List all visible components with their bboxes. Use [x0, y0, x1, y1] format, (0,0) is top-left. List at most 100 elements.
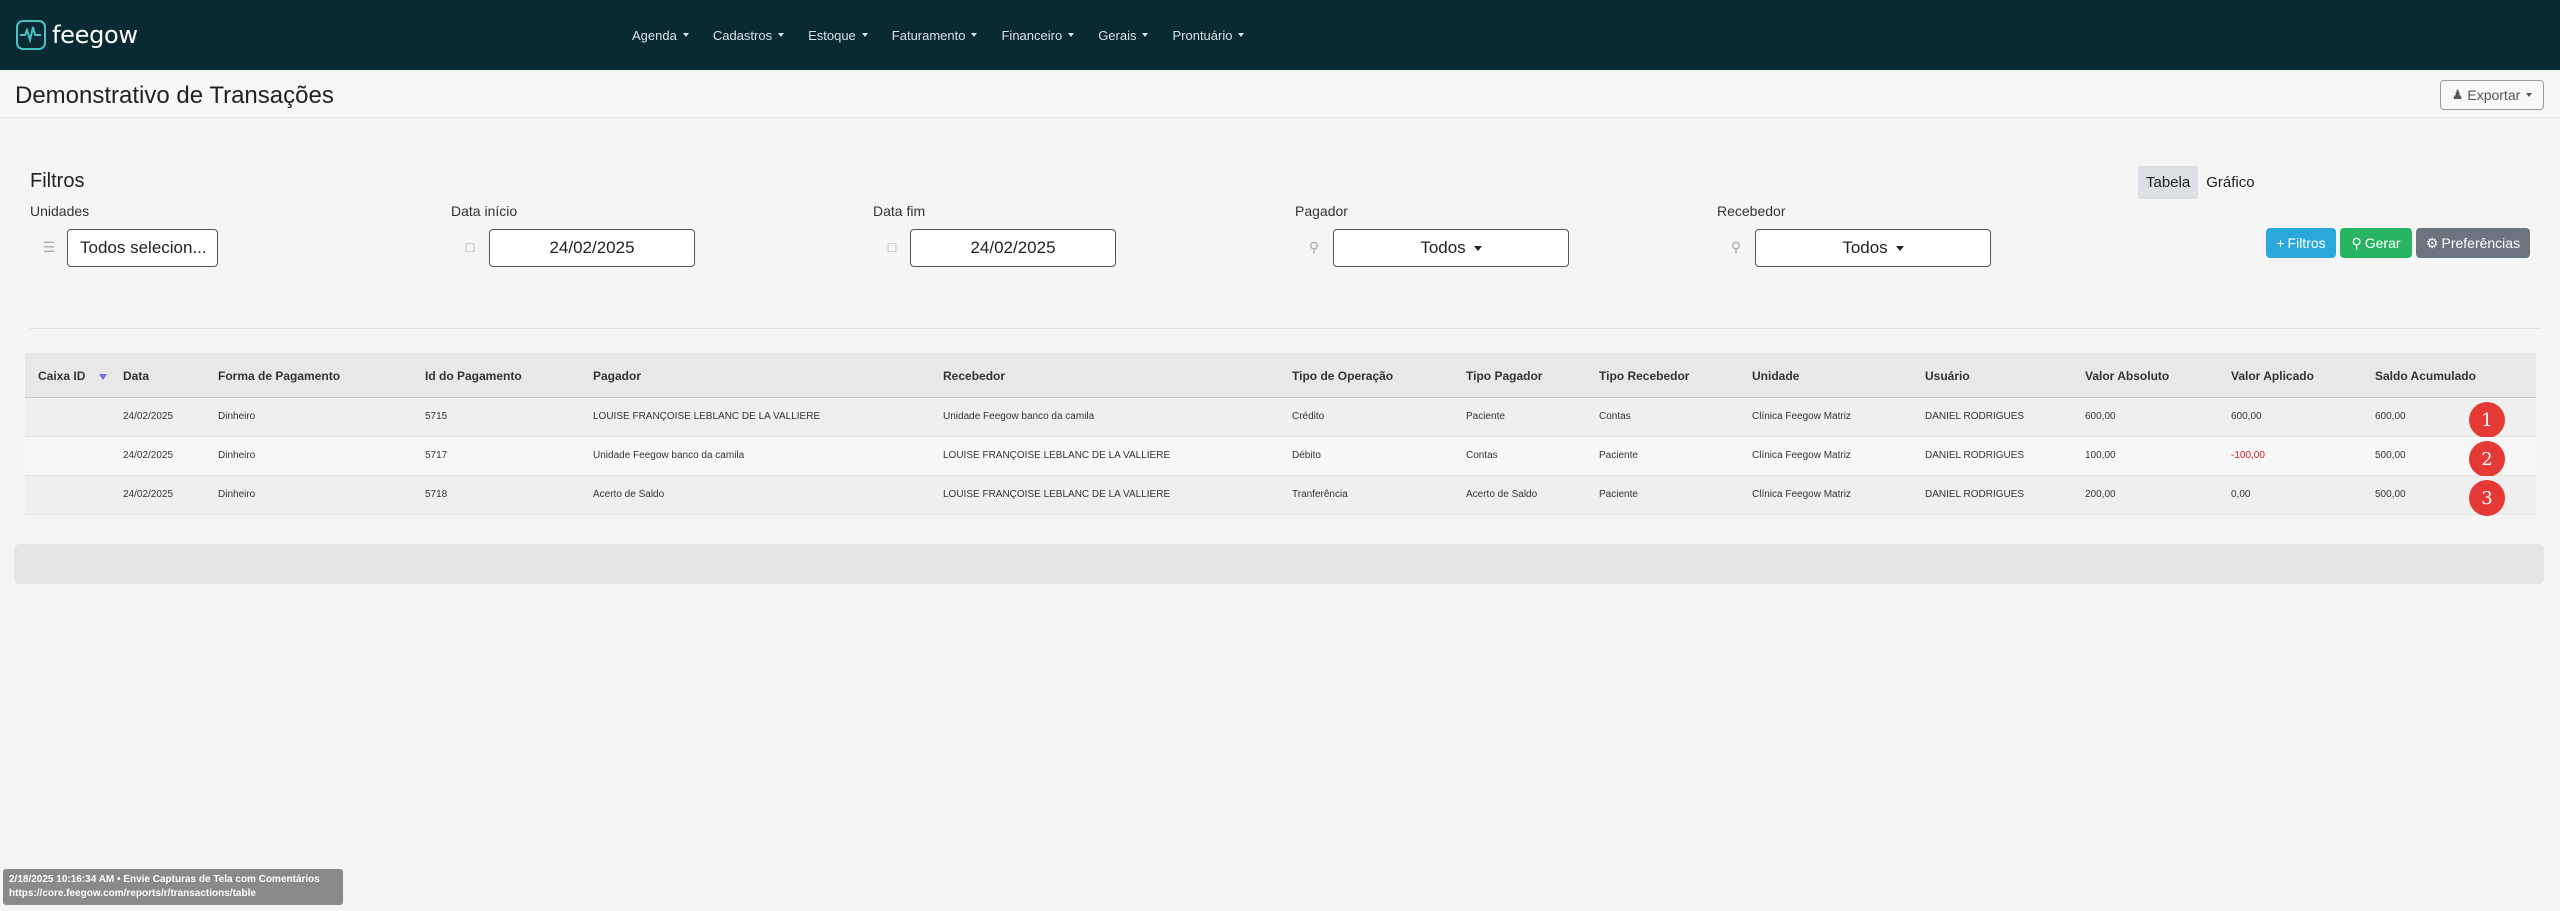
export-button[interactable]: ♟ Exportar — [2440, 80, 2544, 110]
search-icon: ⚲ — [1308, 239, 1320, 255]
nav-gerais[interactable]: Gerais — [1098, 28, 1149, 43]
col-saldo-acumulado[interactable]: Saldo Acumulado — [2375, 369, 2476, 383]
data-inicio-input[interactable]: 24/02/2025 — [489, 229, 695, 267]
unidades-select[interactable]: Todos selecion... — [67, 229, 218, 267]
list-icon: ☰ — [42, 239, 56, 255]
cell-pagador: Unidade Feegow banco da camila — [593, 450, 745, 461]
cell-pagador: LOUISE FRANÇOISE LEBLANC DE LA VALLIERE — [593, 411, 821, 422]
col-id-pagamento[interactable]: Id do Pagamento — [425, 369, 522, 383]
data-inicio-label: Data início — [451, 203, 518, 219]
row-number-badge: 1 — [2469, 402, 2505, 438]
col-pagador[interactable]: Pagador — [593, 369, 641, 383]
gear-icon: ⚙ — [2425, 234, 2439, 251]
user-icon: ♟ — [2451, 87, 2464, 102]
view-toggle: Tabela Gráfico — [2138, 166, 2263, 199]
caret-down-icon — [1895, 245, 1904, 251]
tab-grafico[interactable]: Gráfico — [2198, 166, 2262, 199]
table-row[interactable]: 24/02/2025 Dinheiro 5717 Unidade Feegow … — [25, 437, 2536, 477]
pagador-value: Todos — [1420, 238, 1466, 257]
cell-saldo-acumulado: 500,00 — [2375, 450, 2406, 461]
cell-tipo-operacao: Crédito — [1292, 411, 1325, 422]
col-recebedor[interactable]: Recebedor — [943, 369, 1005, 383]
capture-note: 2/18/2025 10:16:34 AM • Envie Capturas d… — [3, 869, 343, 905]
capture-note-line1: 2/18/2025 10:16:34 AM • Envie Capturas d… — [9, 874, 320, 885]
sort-desc-icon — [99, 373, 108, 380]
cell-unidade: Clínica Feegow Matriz — [1752, 450, 1851, 461]
cell-unidade: Clínica Feegow Matriz — [1752, 489, 1851, 500]
filters-title: Filtros — [30, 170, 85, 192]
col-unidade[interactable]: Unidade — [1752, 369, 1799, 383]
preferencias-button[interactable]: ⚙ Preferências — [2416, 228, 2530, 258]
gerar-button[interactable]: ⚲ Gerar — [2340, 228, 2412, 258]
caret-down-icon — [861, 33, 868, 37]
cell-tipo-recebedor: Paciente — [1599, 489, 1638, 500]
cell-id-pagamento: 5715 — [425, 411, 448, 422]
cell-usuario: DANIEL RODRIGUES — [1925, 489, 2025, 500]
unidades-label: Unidades — [30, 203, 90, 219]
table-row[interactable]: 24/02/2025 Dinheiro 5718 Acerto de Saldo… — [25, 476, 2536, 516]
table-footer-bar — [14, 544, 2544, 584]
cell-id-pagamento: 5717 — [425, 450, 448, 461]
col-usuario[interactable]: Usuário — [1925, 369, 1970, 383]
nav-agenda[interactable]: Agenda — [632, 28, 689, 43]
col-caixa-id[interactable]: Caixa ID — [38, 369, 108, 383]
cell-pagador: Acerto de Saldo — [593, 489, 665, 500]
calendar-icon: □ — [887, 239, 897, 255]
col-valor-aplicado[interactable]: Valor Aplicado — [2231, 369, 2314, 383]
col-tipo-recebedor[interactable]: Tipo Recebedor — [1599, 369, 1689, 383]
capture-note-line2: https://core.feegow.com/reports/r/transa… — [9, 888, 256, 899]
col-tipo-pagador[interactable]: Tipo Pagador — [1466, 369, 1542, 383]
logo-text: feegow — [52, 21, 138, 49]
filtros-button[interactable]: + Filtros — [2266, 228, 2336, 258]
nav-label: Estoque — [808, 27, 856, 43]
gerar-label: Gerar — [2364, 235, 2401, 251]
search-icon: ⚲ — [2351, 234, 2362, 251]
col-forma-pagamento[interactable]: Forma de Pagamento — [218, 369, 340, 383]
col-label: Caixa ID — [38, 369, 86, 383]
data-fim-input[interactable]: 24/02/2025 — [910, 229, 1116, 267]
cell-valor-absoluto: 100,00 — [2085, 450, 2116, 461]
caret-down-icon — [778, 33, 785, 37]
top-navbar: feegow Agenda Cadastros Estoque Faturame… — [0, 0, 2560, 70]
cell-forma-pagamento: Dinheiro — [218, 450, 256, 461]
calendar-icon: □ — [465, 239, 475, 255]
nav-faturamento[interactable]: Faturamento — [892, 28, 978, 43]
recebedor-select[interactable]: Todos — [1755, 229, 1991, 267]
cell-valor-aplicado: -100,00 — [2231, 450, 2265, 461]
cell-tipo-recebedor: Contas — [1599, 411, 1631, 422]
nav-label: Agenda — [632, 27, 677, 43]
row-number-badge: 3 — [2469, 480, 2505, 516]
cell-valor-aplicado: 0,00 — [2231, 489, 2251, 500]
cell-recebedor: LOUISE FRANÇOISE LEBLANC DE LA VALLIERE — [943, 489, 1171, 500]
cell-saldo-acumulado: 500,00 — [2375, 489, 2406, 500]
table-row[interactable]: 24/02/2025 Dinheiro 5715 LOUISE FRANÇOIS… — [25, 398, 2536, 438]
nav-cadastros[interactable]: Cadastros — [712, 27, 785, 43]
main-nav: Agenda Cadastros Estoque Faturamento Fin… — [632, 0, 1268, 70]
cell-tipo-operacao: Débito — [1292, 450, 1321, 461]
nav-label: Prontuário — [1172, 27, 1233, 43]
cell-usuario: DANIEL RODRIGUES — [1925, 411, 2025, 422]
divider — [30, 328, 2540, 329]
caret-down-icon — [2526, 93, 2533, 97]
nav-estoque[interactable]: Estoque — [808, 28, 868, 43]
caret-down-icon — [682, 33, 689, 37]
nav-prontuario[interactable]: Prontuário — [1172, 27, 1245, 43]
pagador-select[interactable]: Todos — [1333, 229, 1569, 267]
feegow-logo[interactable]: feegow — [16, 18, 138, 52]
caret-down-icon — [971, 33, 978, 37]
col-valor-absoluto[interactable]: Valor Absoluto — [2085, 369, 2169, 383]
nav-financeiro[interactable]: Financeiro — [1001, 27, 1075, 43]
cell-id-pagamento: 5718 — [425, 489, 448, 500]
nav-label: Financeiro — [1001, 27, 1063, 43]
col-tipo-operacao[interactable]: Tipo de Operação — [1292, 369, 1393, 383]
export-label: Exportar — [2467, 87, 2521, 103]
page-title: Demonstrativo de Transações — [15, 82, 334, 109]
pulse-logo-icon — [16, 20, 46, 50]
nav-label: Faturamento — [891, 27, 966, 43]
cell-tipo-pagador: Acerto de Saldo — [1466, 489, 1538, 500]
tab-tabela[interactable]: Tabela — [2138, 166, 2199, 199]
col-data[interactable]: Data — [123, 369, 149, 383]
cell-data: 24/02/2025 — [123, 450, 174, 461]
recebedor-value: Todos — [1842, 238, 1888, 257]
nav-label: Cadastros — [712, 27, 773, 43]
